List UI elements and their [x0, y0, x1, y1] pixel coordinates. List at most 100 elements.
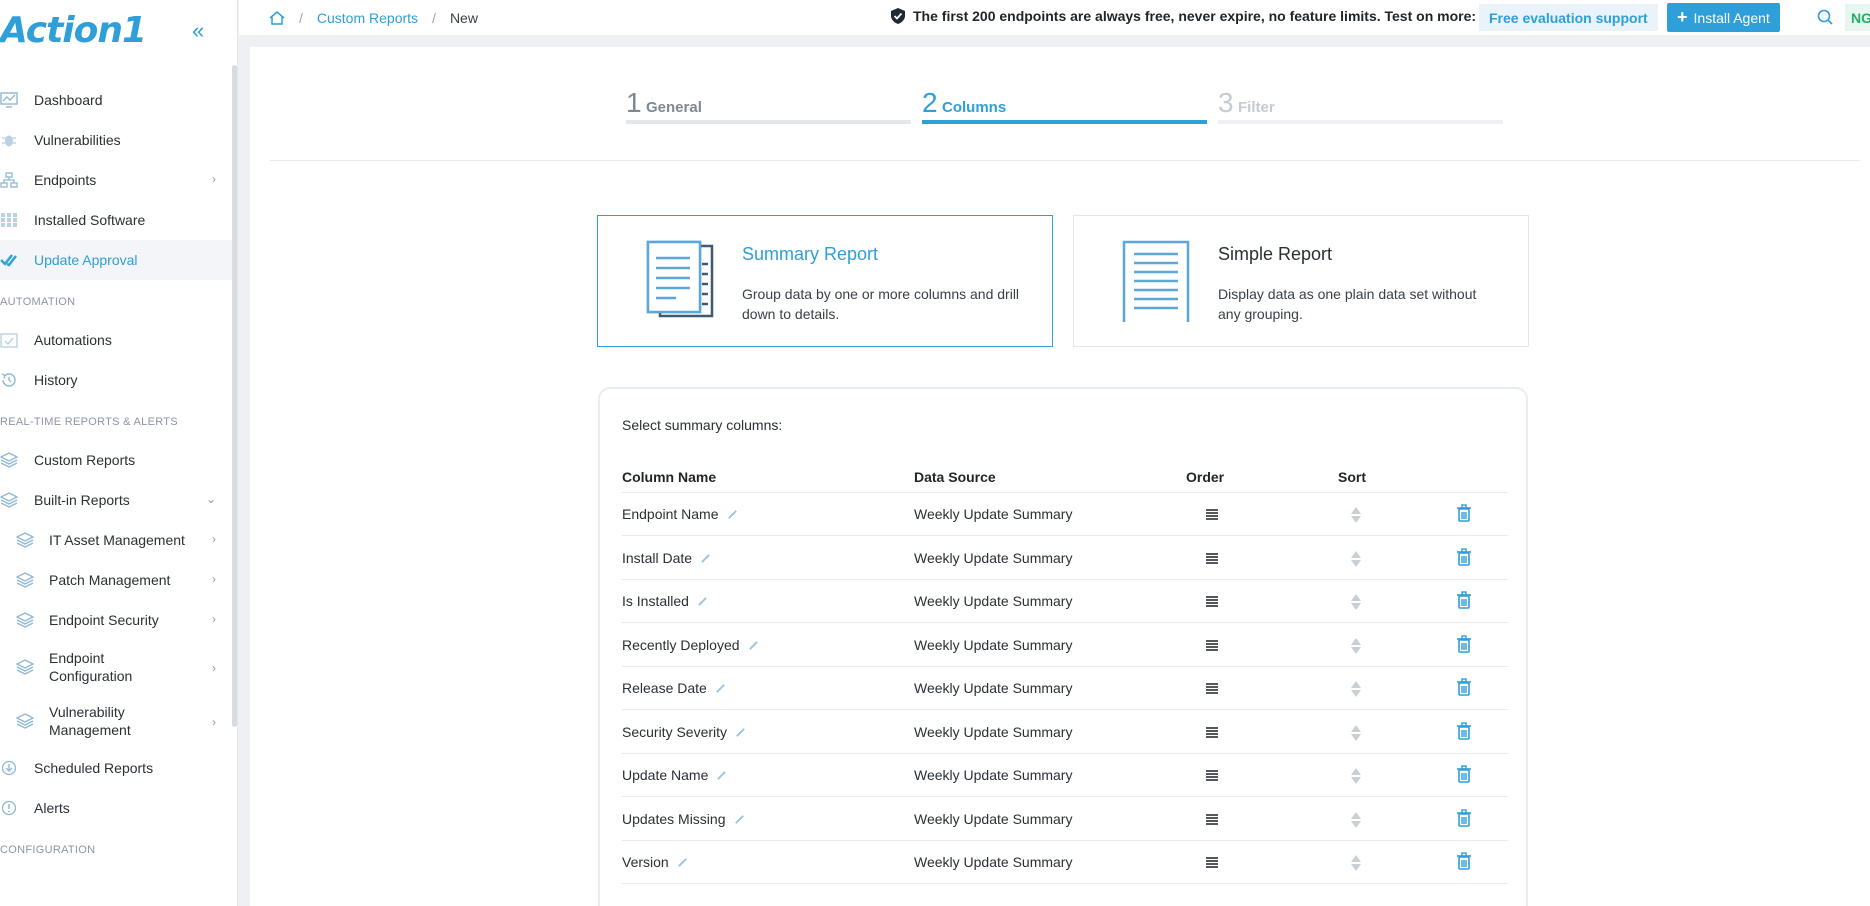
- sort-icon[interactable]: [1350, 679, 1362, 699]
- free-evaluation-support-button[interactable]: Free evaluation support: [1479, 4, 1658, 31]
- summary-columns-panel: Select summary columns: Column Name Data…: [598, 387, 1528, 906]
- pencil-icon[interactable]: [715, 683, 726, 694]
- grid-icon: [1, 213, 17, 227]
- step-general[interactable]: 1 General: [626, 87, 911, 147]
- table-row: Update Name Weekly Update Summary: [622, 754, 1508, 797]
- main-content: 1 General 2 Columns 3 Filter Summary Rep…: [250, 47, 1870, 906]
- sidebar-item-label: Built-in Reports: [34, 492, 130, 508]
- sidebar-item-built-in-reports[interactable]: Built-in Reports ⌄: [0, 480, 237, 520]
- drag-handle-icon[interactable]: [1204, 506, 1220, 522]
- drag-handle-icon[interactable]: [1204, 811, 1220, 827]
- drag-handle-icon[interactable]: [1204, 637, 1220, 653]
- chevron-right-icon: ›: [212, 612, 216, 626]
- pencil-icon[interactable]: [727, 509, 738, 520]
- drag-handle-icon[interactable]: [1204, 767, 1220, 783]
- column-name: Updates Missing: [622, 810, 726, 827]
- step-filter[interactable]: 3 Filter: [1218, 87, 1503, 147]
- sort-icon[interactable]: [1350, 853, 1362, 873]
- sidebar-item-label: Custom Reports: [34, 452, 136, 468]
- sidebar-item-vulnerability-management[interactable]: Vulnerability Management ›: [0, 694, 237, 748]
- sidebar-item-label: Installed Software: [34, 212, 146, 228]
- sidebar-item-vulnerabilities[interactable]: Vulnerabilities: [0, 120, 237, 160]
- history-icon: [1, 373, 16, 387]
- trash-icon[interactable]: [1456, 678, 1472, 696]
- sidebar-item-it-asset-management[interactable]: IT Asset Management ›: [0, 520, 237, 560]
- step-number: 2: [922, 87, 938, 118]
- bug-icon: [2, 135, 16, 147]
- drag-handle-icon[interactable]: [1204, 680, 1220, 696]
- install-agent-button[interactable]: + Install Agent: [1667, 3, 1780, 32]
- sidebar-item-endpoints[interactable]: Endpoints ›: [0, 160, 237, 200]
- sidebar-item-scheduled-reports[interactable]: Scheduled Reports: [0, 748, 237, 788]
- simple-report-option[interactable]: Simple Report Display data as one plain …: [1073, 215, 1529, 347]
- table-row: Version Weekly Update Summary: [622, 841, 1508, 884]
- trash-icon[interactable]: [1456, 504, 1472, 522]
- sidebar-scrollbar[interactable]: [232, 65, 237, 727]
- trash-icon[interactable]: [1456, 634, 1472, 653]
- drag-handle-icon[interactable]: [1204, 550, 1220, 566]
- sort-icon[interactable]: [1350, 505, 1362, 525]
- data-source: Weekly Update Summary: [914, 506, 1073, 522]
- sidebar-item-installed-software[interactable]: Installed Software: [0, 200, 237, 240]
- sidebar-item-history[interactable]: History: [0, 360, 237, 400]
- home-icon[interactable]: [269, 10, 285, 26]
- chevrons-left-icon[interactable]: «: [192, 18, 204, 44]
- breadcrumb-custom-reports[interactable]: Custom Reports: [317, 10, 418, 26]
- report-type-title: Summary Report: [742, 244, 879, 264]
- sidebar-item-update-approval[interactable]: Update Approval: [0, 240, 237, 280]
- sidebar-item-label: Update Approval: [34, 252, 138, 268]
- trash-icon[interactable]: [1456, 591, 1472, 609]
- plus-icon: +: [1677, 7, 1688, 27]
- summary-report-option[interactable]: Summary Report Group data by one or more…: [597, 215, 1053, 347]
- trash-icon[interactable]: [1456, 765, 1472, 783]
- sort-icon[interactable]: [1350, 636, 1362, 656]
- table-row: Release Date Weekly Update Summary: [622, 667, 1508, 710]
- pencil-icon[interactable]: [735, 727, 746, 738]
- pencil-icon[interactable]: [748, 640, 759, 651]
- table-row: Security Severity Weekly Update Summary: [622, 711, 1508, 754]
- pencil-icon[interactable]: [677, 857, 688, 868]
- sidebar-item-patch-management[interactable]: Patch Management ›: [0, 560, 237, 600]
- sidebar-item-custom-reports[interactable]: Custom Reports: [0, 440, 237, 480]
- trash-icon[interactable]: [1456, 547, 1472, 566]
- report-type-desc: Group data by one or more columns and dr…: [742, 286, 1020, 322]
- sidebar-item-alerts[interactable]: Alerts: [0, 788, 237, 828]
- table-header: Column Name Data Source Order Sort: [622, 469, 1508, 493]
- data-source: Weekly Update Summary: [914, 680, 1073, 696]
- column-name: Update Name: [622, 767, 709, 783]
- pencil-icon[interactable]: [700, 553, 711, 564]
- chevron-right-icon: ›: [212, 661, 216, 675]
- trash-icon[interactable]: [1456, 721, 1472, 740]
- drag-handle-icon[interactable]: [1204, 854, 1220, 870]
- trash-icon[interactable]: [1456, 852, 1472, 870]
- sidebar-item-endpoint-security[interactable]: Endpoint Security ›: [0, 600, 237, 640]
- sort-icon[interactable]: [1350, 592, 1362, 612]
- sort-icon[interactable]: [1350, 549, 1362, 569]
- sidebar-item-label: Alerts: [34, 800, 70, 816]
- data-source: Weekly Update Summary: [914, 854, 1073, 870]
- column-name: Is Installed: [622, 593, 689, 609]
- pencil-icon[interactable]: [697, 596, 708, 607]
- sort-icon[interactable]: [1350, 723, 1362, 743]
- step-progress-bar: [1218, 120, 1503, 124]
- sidebar-item-label: IT Asset Management: [49, 532, 185, 548]
- pencil-icon[interactable]: [734, 814, 745, 825]
- sidebar-nav: Dashboard Vulnerabilities Endpoints › In…: [0, 80, 237, 868]
- sidebar-item-dashboard[interactable]: Dashboard: [0, 80, 237, 120]
- step-columns[interactable]: 2 Columns: [922, 87, 1207, 147]
- chevron-right-icon: ›: [212, 172, 216, 186]
- sort-icon[interactable]: [1350, 810, 1362, 830]
- sidebar-item-automations[interactable]: Automations: [0, 320, 237, 360]
- avatar[interactable]: NG: [1845, 4, 1870, 31]
- column-name-cell: Release Date: [622, 680, 726, 696]
- header-data-source: Data Source: [914, 469, 996, 485]
- drag-handle-icon[interactable]: [1204, 593, 1220, 609]
- pencil-icon[interactable]: [716, 770, 727, 781]
- action1-logo[interactable]: Action1: [0, 8, 147, 52]
- sidebar-item-endpoint-configuration[interactable]: Endpoint Configuration ›: [0, 640, 237, 694]
- trash-icon[interactable]: [1456, 808, 1472, 827]
- sort-icon[interactable]: [1350, 766, 1362, 786]
- search-icon[interactable]: [1817, 9, 1833, 25]
- drag-handle-icon[interactable]: [1204, 724, 1220, 740]
- chevron-right-icon: ›: [212, 532, 216, 546]
